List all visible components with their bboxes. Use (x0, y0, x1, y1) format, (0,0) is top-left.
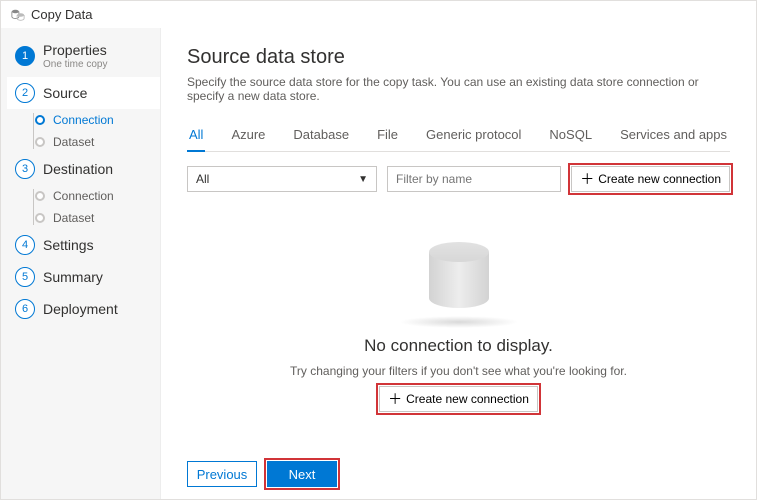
empty-hint: Try changing your filters if you don't s… (290, 364, 627, 378)
step-summary[interactable]: 5Summary (7, 261, 160, 293)
step-deployment[interactable]: 6Deployment (7, 293, 160, 325)
main-content: Source data store Specify the source dat… (161, 28, 756, 499)
create-new-connection-button-top[interactable]: ＋ Create new connection (571, 166, 730, 192)
name-filter-input[interactable] (387, 166, 561, 192)
title-bar: Copy Data (1, 1, 756, 28)
database-icon (429, 242, 489, 312)
next-button[interactable]: Next (267, 461, 337, 487)
empty-state: No connection to display. Try changing y… (187, 202, 730, 451)
tab-services-apps[interactable]: Services and apps (618, 121, 729, 151)
category-tabs: All Azure Database File Generic protocol… (187, 121, 730, 152)
plus-icon: ＋ (388, 392, 402, 406)
step-settings[interactable]: 4Settings (7, 229, 160, 261)
step-source[interactable]: 2 Source (7, 77, 160, 109)
empty-title: No connection to display. (364, 336, 553, 356)
chevron-down-icon: ▼ (358, 174, 368, 185)
tab-database[interactable]: Database (291, 121, 351, 151)
step-destination[interactable]: 3 Destination (7, 153, 160, 185)
substep-dest-connection[interactable]: Connection (23, 185, 160, 207)
previous-button[interactable]: Previous (187, 461, 257, 487)
page-title: Source data store (187, 46, 730, 69)
copy-data-icon (11, 8, 25, 22)
type-select[interactable]: All ▼ (187, 166, 377, 192)
tab-nosql[interactable]: NoSQL (547, 121, 594, 151)
tab-generic-protocol[interactable]: Generic protocol (424, 121, 523, 151)
app-title: Copy Data (31, 7, 92, 22)
wizard-sidebar: 1 Properties One time copy 2 Source Conn… (1, 28, 161, 499)
substep-dest-dataset[interactable]: Dataset (23, 207, 160, 229)
tab-all[interactable]: All (187, 121, 205, 152)
plus-icon: ＋ (580, 172, 594, 186)
step-properties[interactable]: 1 Properties One time copy (7, 36, 160, 77)
create-new-connection-button-empty[interactable]: ＋ Create new connection (379, 386, 538, 412)
substep-source-connection[interactable]: Connection (23, 109, 160, 131)
tab-file[interactable]: File (375, 121, 400, 151)
tab-azure[interactable]: Azure (229, 121, 267, 151)
substep-source-dataset[interactable]: Dataset (23, 131, 160, 153)
page-description: Specify the source data store for the co… (187, 75, 730, 103)
